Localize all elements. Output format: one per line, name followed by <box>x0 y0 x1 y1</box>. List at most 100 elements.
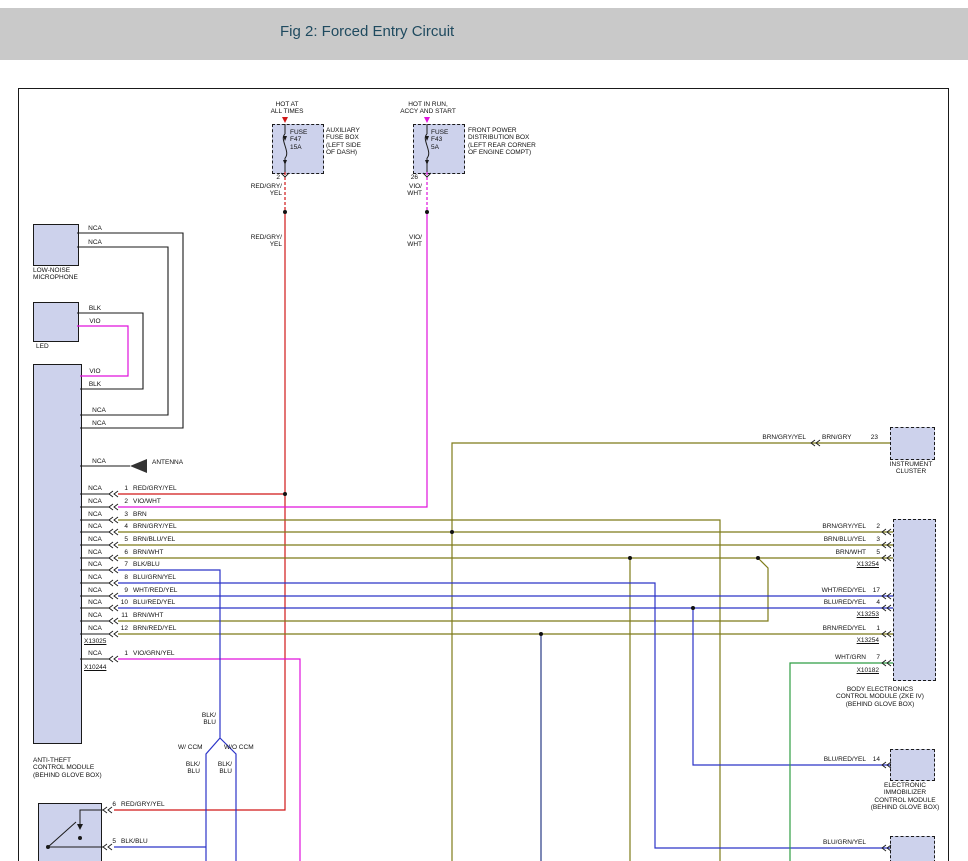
feed-label: HOT IN RUN, ACCY AND START <box>393 101 463 116</box>
pin-number: 12 <box>116 625 128 632</box>
pin-label: NCA <box>88 407 110 414</box>
pin-number: 1 <box>116 650 128 657</box>
pin-number: 4 <box>869 599 880 606</box>
pin-number: 6 <box>104 801 116 808</box>
pin-nca: NCA <box>84 650 106 657</box>
fuse-pin: 2 <box>270 174 280 181</box>
pin-nca: NCA <box>84 587 106 594</box>
pin-number: 9 <box>116 587 128 594</box>
wire-label: BRN/GRY/YEL <box>788 523 866 530</box>
wire-label: WHT/RED/YEL <box>133 587 177 594</box>
wire-label: BRN/GRY/YEL <box>133 523 177 530</box>
wire-label: BRN/GRY <box>822 434 852 441</box>
pin-number: 10 <box>116 599 128 606</box>
pin-nca: NCA <box>84 574 106 581</box>
wire-label: BRN/RED/YEL <box>133 625 176 632</box>
pin-number: 3 <box>116 511 128 518</box>
wire-label: BRN/WHT <box>133 612 163 619</box>
wire-label: RED/GRY/YEL <box>121 801 165 808</box>
pin-number: 3 <box>869 536 880 543</box>
pin-number: 5 <box>116 536 128 543</box>
wire-label: WHT/GRN <box>788 654 866 661</box>
fuse-name: FUSE F47 15A <box>290 129 307 151</box>
fuse-name: FUSE F43 5A <box>431 129 448 151</box>
pin-nca: NCA <box>84 549 106 556</box>
pin-number: 5 <box>869 549 880 556</box>
brown-wires <box>118 443 893 861</box>
component-label: LED <box>36 343 49 350</box>
wire-label: BRN <box>133 511 147 518</box>
pin-nca: NCA <box>84 612 106 619</box>
pin-number: 4 <box>116 523 128 530</box>
connector-id: X13254 <box>831 561 879 568</box>
wire-label: BLK/BLU <box>121 838 148 845</box>
variant-label: W/O CCM <box>224 744 254 751</box>
wire-label: BLU/GRN/YEL <box>788 839 866 846</box>
component-label: ANTI-THEFT CONTROL MODULE (BEHIND GLOVE … <box>33 757 125 779</box>
pin-label: NCA <box>84 239 106 246</box>
wire-label: BLU/RED/YEL <box>788 599 866 606</box>
pin-number: 5 <box>104 838 116 845</box>
wire-label: BLU/RED/YEL <box>133 599 175 606</box>
lock-switch-icon <box>46 810 100 849</box>
feed-arrow-left <box>282 117 288 123</box>
component-label: BODY ELECTRONICS CONTROL MODULE (ZKE IV)… <box>818 686 942 708</box>
wire-label: VIO/ WHT <box>398 183 422 198</box>
feed-label: HOT AT ALL TIMES <box>252 101 322 116</box>
pin-label: NCA <box>88 420 110 427</box>
pin-label: VIO <box>84 318 106 325</box>
antenna-icon <box>130 459 147 473</box>
violet-wires <box>77 172 427 861</box>
connector-chevrons <box>103 173 891 851</box>
pin-number: 1 <box>116 485 128 492</box>
wire-label: BRN/WHT <box>788 549 866 556</box>
wire-label: BLK/ BLU <box>210 761 232 776</box>
pin-nca: NCA <box>84 511 106 518</box>
fuse-pin: 26 <box>406 174 418 181</box>
component-label: LOW-NOISE MICROPHONE <box>33 267 78 282</box>
pin-number: 7 <box>116 561 128 568</box>
pin-number: 2 <box>869 523 880 530</box>
pin-number: 14 <box>869 756 880 763</box>
pin-nca: NCA <box>84 561 106 568</box>
pin-number: 7 <box>869 654 880 661</box>
blue-wires <box>114 570 893 861</box>
antenna-label: ANTENNA <box>152 459 183 466</box>
pin-number: 23 <box>864 434 878 441</box>
pin-nca: NCA <box>84 498 106 505</box>
wire-label: RED/GRY/ YEL <box>240 234 282 249</box>
wiring-diagram-page: Fig 2: Forced Entry Circuit <box>0 0 968 861</box>
wire-label: RED/GRY/ YEL <box>240 183 282 198</box>
wire-label: BLK/BLU <box>133 561 160 568</box>
connector-id: X13254 <box>831 637 879 644</box>
pin-nca: NCA <box>84 625 106 632</box>
component-label: ELECTRONIC IMMOBILIZER CONTROL MODULE (B… <box>845 782 965 812</box>
wire-label: BRN/RED/YEL <box>788 625 866 632</box>
wire-label: BLK/ BLU <box>192 712 216 727</box>
junction-dots <box>283 210 760 636</box>
variant-label: W/ CCM <box>178 744 203 751</box>
wire-label: BRN/GRY/YEL <box>730 434 806 441</box>
pin-label: NCA <box>84 225 106 232</box>
connector-id: X10182 <box>831 667 879 674</box>
wire-label: BRN/BLU/YEL <box>788 536 866 543</box>
pin-number: 11 <box>116 612 128 619</box>
wire-label: VIO/WHT <box>133 498 161 505</box>
wire-label: VIO/ WHT <box>398 234 422 249</box>
pin-label: BLK <box>84 305 106 312</box>
wire-label: RED/GRY/YEL <box>133 485 177 492</box>
pin-label: VIO <box>84 368 106 375</box>
fusebox-location: AUXILIARY FUSE BOX (LEFT SIDE OF DASH) <box>326 127 388 157</box>
wire-label: BRN/WHT <box>133 549 163 556</box>
pin-number: 1 <box>869 625 880 632</box>
pin-number: 17 <box>869 587 880 594</box>
pin-nca: NCA <box>84 485 106 492</box>
fusebox-location: FRONT POWER DISTRIBUTION BOX (LEFT REAR … <box>468 127 560 157</box>
feed-arrow-right <box>424 117 430 123</box>
wire-label: BLU/RED/YEL <box>788 756 866 763</box>
pin-number: 6 <box>116 549 128 556</box>
pin-label: NCA <box>88 458 110 465</box>
connector-id: X13253 <box>831 611 879 618</box>
pin-nca: NCA <box>84 536 106 543</box>
pin-nca: NCA <box>84 599 106 606</box>
